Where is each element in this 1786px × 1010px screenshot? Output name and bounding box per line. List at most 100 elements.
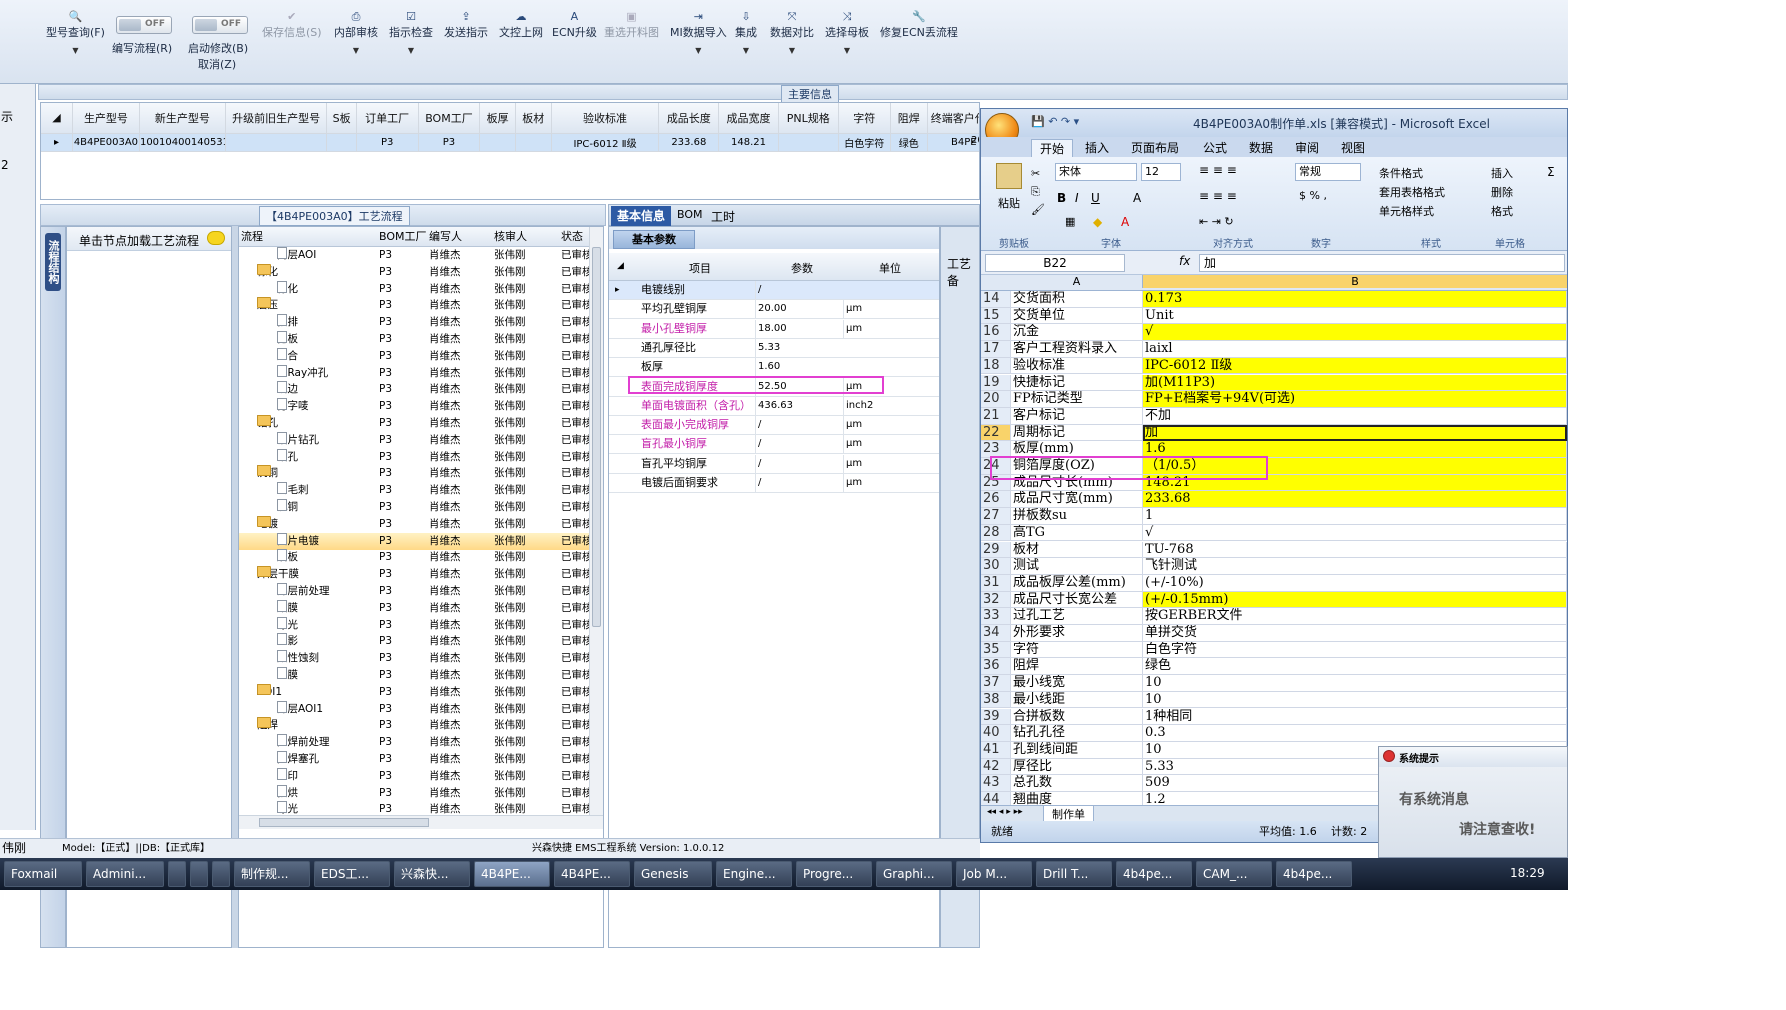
row-header[interactable]: 37 [981,675,1011,692]
row-header[interactable]: 17 [981,341,1011,358]
row-header[interactable]: 41 [981,741,1011,759]
cell[interactable]: 4B4PE003A0 [72,133,140,152]
col-header[interactable]: 升级前旧生产型号 [225,103,328,134]
flow-tree-row[interactable]: 内层AOIP3肖维杰张伟刚已审核 [239,247,589,264]
cell-a[interactable]: 合拼板数 [1011,708,1143,726]
taskbar-button[interactable]: 制作规... [234,861,310,887]
italic-icon[interactable]: I [1075,191,1079,205]
col-header[interactable]: BOM工厂 [379,227,427,247]
cell[interactable] [326,133,357,152]
doc-control-online-button[interactable]: ☁ 文控上网 [499,10,543,40]
align-top-icon[interactable]: ≡ ≡ ≡ [1199,163,1237,177]
cell-a[interactable]: 客户工程资料录入 [1011,341,1143,358]
col-header[interactable]: 成品长度 [658,103,720,134]
delete-cells-button[interactable]: 删除 [1491,184,1513,200]
tab-work-hours[interactable]: 工时 [711,208,735,225]
cell-a[interactable]: 沉金 [1011,324,1143,342]
cell[interactable]: IPC-6012 Ⅱ级 [551,133,660,152]
cell[interactable]: 148.21 [718,133,779,152]
ribbon-tab[interactable]: 插入 [1077,139,1117,157]
cell[interactable] [225,133,328,152]
cell-a[interactable]: 拼板数su [1011,508,1143,525]
sheet-row[interactable]: 19 快捷标记 加(M11P3) [981,374,1567,392]
cell-b[interactable]: 0.173 [1143,291,1567,308]
main-info-data-row[interactable]: ▸ 4B4PE003A0 10010400140531 P3 P3 IPC-60… [41,133,979,152]
cell[interactable]: P3 [418,133,481,152]
tab-process-remarks[interactable]: 工艺备 [947,255,979,289]
row-header[interactable]: 29 [981,541,1011,559]
cell-a[interactable]: 阻焊 [1011,658,1143,676]
copy-icon[interactable]: ⎘ [1031,185,1040,199]
cell-b[interactable]: 233.68 [1143,491,1567,509]
row-header[interactable]: 40 [981,725,1011,742]
ribbon-tab[interactable]: 数据 [1241,139,1281,157]
col-header[interactable]: 流程 [241,227,263,247]
start-modify-toggle[interactable]: OFF [192,16,248,34]
flow-tree-row[interactable]: 酸性蚀刻P3肖维杰张伟刚已审核 [239,650,589,667]
taskbar-button[interactable]: CAM_... [1196,861,1272,887]
conditional-format-button[interactable]: 条件格式 [1379,165,1423,181]
tab-bom[interactable]: BOM [677,208,703,221]
cell-b[interactable]: 白色字符 [1143,641,1567,659]
row-header[interactable]: 35 [981,641,1011,659]
col-header[interactable]: 新生产型号 [139,103,226,134]
col-header-a[interactable]: A [1011,275,1143,288]
flow-tree-row[interactable]: 阻焊塞孔P3肖维杰张伟刚已审核 [239,751,589,768]
flow-tree-row[interactable]: 阻焊前处理P3肖维杰张伟刚已审核 [239,734,589,751]
col-header[interactable]: 板厚 [479,103,516,134]
flow-tree-row[interactable]: 去毛刺P3肖维杰张伟刚已审核 [239,482,589,499]
taskbar-button[interactable]: 兴森快... [394,861,470,887]
row-header[interactable]: 27 [981,508,1011,525]
sheet-row[interactable]: 38 最小线距 10 [981,691,1567,709]
row-header[interactable]: 38 [981,691,1011,709]
param-value[interactable]: / [755,281,843,299]
cell-a[interactable]: 交货面积 [1011,291,1143,308]
cell-b[interactable]: 1种相同 [1143,708,1567,726]
params-row[interactable]: 单面电镀面积（含孔） 436.63 inch2 [609,396,939,416]
row-header[interactable]: 20 [981,391,1011,408]
col-header[interactable]: 板材 [515,103,552,134]
sheet-row[interactable]: 33 过孔工艺 按GERBER文件 [981,608,1567,625]
flow-tree-row[interactable]: 外层前处理P3肖维杰张伟刚已审核 [239,583,589,600]
vertical-scrollbar[interactable] [589,227,603,815]
cell-a[interactable]: 钻孔孔径 [1011,725,1143,742]
sheet-row[interactable]: 36 阻焊 绿色 [981,658,1567,676]
write-flow-toggle[interactable]: OFF [116,16,172,34]
cell-a[interactable]: 厚径比 [1011,758,1143,776]
sheet-row[interactable]: 34 外形要求 单拼交货 [981,625,1567,642]
select-mother-board-button[interactable]: ⤨ 选择母板 ▼ [825,10,869,55]
row-header[interactable]: 30 [981,558,1011,575]
row-header[interactable]: 18 [981,357,1011,375]
ecn-upgrade-button[interactable]: A ECN升级 [552,10,597,40]
left-nav-item[interactable]: 2 [0,156,35,175]
repair-ecn-flow-button[interactable]: 🔧 修复ECN丢流程 [880,10,958,40]
taskbar-button[interactable]: 4B4PE... [474,861,550,887]
cell[interactable]: P3 [356,133,419,152]
integrate-button[interactable]: ⇩ 集成 ▼ [735,10,757,55]
flow-tree-row[interactable]: 排板P3肖维杰张伟刚已审核 [239,331,589,348]
row-header[interactable]: 15 [981,307,1011,325]
fill-color-icon[interactable]: ◆ [1093,215,1102,229]
internal-review-button[interactable]: ⎙ 内部审核 ▼ [334,10,378,55]
cell-b[interactable]: TU-768 [1143,541,1567,559]
increase-font-icon[interactable]: A [1133,191,1141,205]
col-header[interactable]: S板 [326,103,357,134]
cell-a[interactable]: 字符 [1011,641,1143,659]
flow-tree-row[interactable]: 退膜P3肖维杰张伟刚已审核 [239,667,589,684]
sheet-row[interactable]: 22 周期标记加 [981,424,1567,442]
indent-icon[interactable]: ⇤ ⇥ ↻ [1199,215,1234,228]
col-header[interactable]: 单位 [879,260,901,276]
flow-tree-row[interactable]: 预烘P3肖维杰张伟刚已审核 [239,784,589,802]
sheet-row[interactable]: 30 测试 飞针测试 [981,558,1567,575]
cell-a[interactable]: 测试 [1011,558,1143,575]
row-header[interactable]: 42 [981,758,1011,776]
taskbar-button[interactable]: Drill T... [1036,861,1112,887]
cell[interactable] [515,133,552,152]
cell-b[interactable]: laixl [1143,341,1567,358]
cell-b[interactable]: IPC-6012 Ⅱ级 [1143,357,1567,375]
flow-tree-row[interactable]: −电镀P3肖维杰张伟刚已审核 [239,515,589,533]
taskbar-button[interactable]: Foxmail [4,861,82,887]
percent-icon[interactable]: $ % , [1299,189,1327,202]
params-row[interactable]: ▸ 电镀线别 / [609,281,939,300]
cell-b[interactable]: FP+E档案号+94V(可选) [1143,391,1567,408]
